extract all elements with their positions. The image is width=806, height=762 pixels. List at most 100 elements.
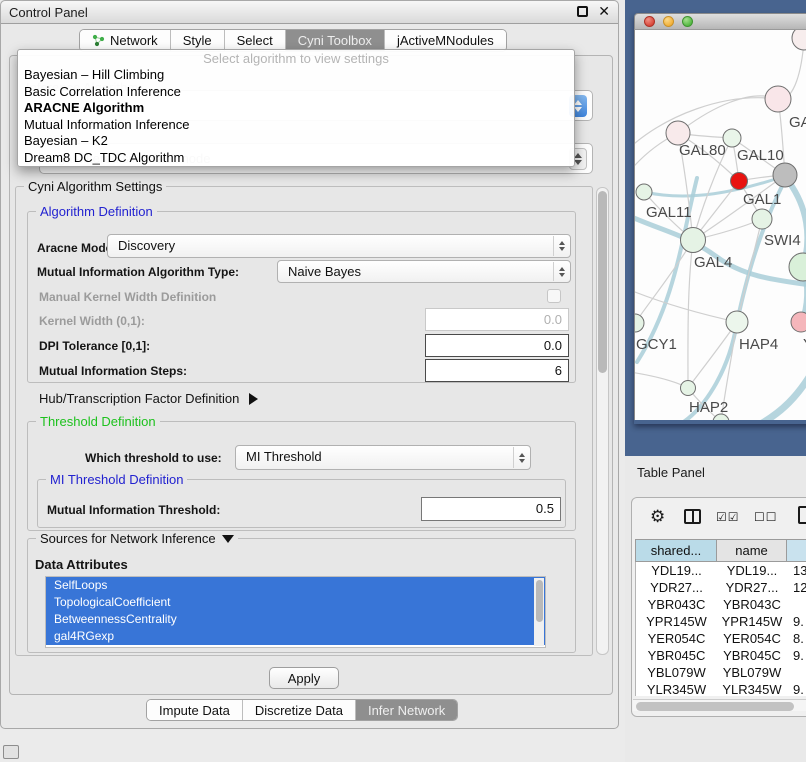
network-edge[interactable] bbox=[688, 240, 693, 388]
table-panel: Table Panel ⚙ ☑☑ ☐☐ shared...nameA YDL19… bbox=[625, 456, 806, 762]
network-node[interactable] bbox=[789, 253, 806, 281]
algorithm-option-basic-correlation-inference[interactable]: Basic Correlation Inference bbox=[18, 84, 574, 101]
table-row[interactable]: YBR043CYBR043C bbox=[636, 596, 806, 613]
column-header-shared[interactable]: shared... bbox=[636, 540, 717, 561]
kernel-width-field[interactable]: 0.0 bbox=[425, 308, 569, 331]
network-node[interactable] bbox=[791, 312, 806, 332]
attribute-item-gal4rgexp[interactable]: gal4RGexp bbox=[46, 628, 545, 645]
hub-definition-toggle[interactable]: Hub/Transcription Factor Definition bbox=[39, 391, 258, 406]
network-node[interactable] bbox=[636, 184, 652, 200]
mi-algorithm-type-combo[interactable]: Naive Bayes bbox=[277, 260, 571, 283]
tab-cyni-toolbox[interactable]: Cyni Toolbox bbox=[286, 30, 385, 51]
tab-network[interactable]: Network bbox=[80, 30, 171, 51]
network-edge-weighted[interactable] bbox=[753, 364, 806, 420]
columns-icon[interactable] bbox=[684, 509, 701, 524]
select-all-columns-icon[interactable]: ☑☑ bbox=[716, 510, 740, 524]
tab-style[interactable]: Style bbox=[171, 30, 225, 51]
attribute-item-selfloops[interactable]: SelfLoops bbox=[46, 577, 545, 594]
table-row[interactable]: YER054CYER054C8. bbox=[636, 630, 806, 647]
tab-jactivemnodules[interactable]: jActiveMNodules bbox=[385, 30, 506, 51]
aracne-mode-combo[interactable]: Discovery bbox=[107, 234, 571, 258]
apply-button[interactable]: Apply bbox=[269, 667, 339, 689]
network-view-window: GALGAL80GAL10GAL1GAL11GAL4SWI4GCY1HAP4YH… bbox=[634, 13, 806, 424]
algorithm-option-mutual-information-inference[interactable]: Mutual Information Inference bbox=[18, 117, 574, 134]
table-cell: YER054C bbox=[717, 630, 787, 647]
table-cell: YBL079W bbox=[717, 664, 787, 681]
export-table-icon[interactable] bbox=[798, 506, 806, 524]
network-node[interactable] bbox=[765, 86, 791, 112]
table-row[interactable]: YBR045CYBR045C9. bbox=[636, 647, 806, 664]
table-row[interactable]: YDR27...YDR27...12 bbox=[636, 579, 806, 596]
dpi-tolerance-field[interactable]: 0.0 bbox=[425, 334, 569, 357]
collapsed-panel-icon[interactable] bbox=[3, 745, 19, 759]
network-node[interactable] bbox=[681, 381, 696, 396]
network-edge[interactable] bbox=[635, 372, 688, 388]
network-node[interactable] bbox=[726, 311, 748, 333]
attribute-item-topologicalcoefficient[interactable]: TopologicalCoefficient bbox=[46, 594, 545, 611]
tab-select[interactable]: Select bbox=[225, 30, 286, 51]
table-cell: 8. bbox=[787, 630, 806, 647]
scrollbar-thumb[interactable] bbox=[636, 702, 794, 711]
table-cell: YPR145W bbox=[717, 613, 787, 630]
which-threshold-label: Which threshold to use: bbox=[85, 451, 222, 465]
network-window-titlebar[interactable] bbox=[634, 13, 806, 30]
network-node[interactable] bbox=[752, 209, 772, 229]
expand-right-icon bbox=[249, 393, 258, 405]
network-node[interactable] bbox=[731, 173, 748, 190]
table-row[interactable]: YDL19...YDL19...13 bbox=[636, 562, 806, 579]
settings-vertical-scrollbar[interactable] bbox=[596, 187, 609, 655]
table-cell: 12 bbox=[787, 579, 806, 596]
collapse-down-icon bbox=[222, 535, 234, 543]
threshold-definition-title: Threshold Definition bbox=[36, 414, 160, 429]
column-header-name[interactable]: name bbox=[717, 540, 787, 561]
attributes-scrollbar[interactable] bbox=[534, 578, 544, 646]
mi-steps-label: Mutual Information Steps: bbox=[39, 364, 187, 378]
tab-infer-network[interactable]: Infer Network bbox=[356, 700, 457, 720]
network-node[interactable] bbox=[681, 228, 706, 253]
mi-threshold-definition-title: MI Threshold Definition bbox=[46, 472, 187, 487]
algorithm-option-bayesian-hill-climbing[interactable]: Bayesian – Hill Climbing bbox=[18, 67, 574, 84]
tab-discretize-data[interactable]: Discretize Data bbox=[243, 700, 356, 720]
minimize-traffic-light-icon[interactable] bbox=[663, 16, 674, 27]
tab-label: Infer Network bbox=[368, 703, 445, 718]
table-cell: YPR145W bbox=[636, 613, 717, 630]
network-edge-weighted[interactable] bbox=[635, 215, 806, 286]
network-edge[interactable] bbox=[678, 96, 778, 133]
node-label-gal80: GAL80 bbox=[679, 142, 726, 159]
manual-kernel-width-checkbox[interactable] bbox=[547, 289, 561, 303]
table-horizontal-scrollbar[interactable] bbox=[633, 699, 806, 711]
network-node[interactable] bbox=[773, 163, 797, 187]
combo-spinner-icon bbox=[513, 447, 529, 468]
table-row[interactable]: YPR145WYPR145W9. bbox=[636, 613, 806, 630]
control-panel-titlebar[interactable]: Control Panel ✕ bbox=[1, 1, 618, 24]
node-label-swi4: SWI4 bbox=[764, 232, 801, 249]
attribute-item-betweennesscentrality[interactable]: BetweennessCentrality bbox=[46, 611, 545, 628]
table-cell: YER054C bbox=[636, 630, 717, 647]
network-canvas[interactable]: GALGAL80GAL10GAL1GAL11GAL4SWI4GCY1HAP4YH… bbox=[634, 30, 806, 420]
sources-group-title[interactable]: Sources for Network Inference bbox=[36, 531, 238, 546]
algorithm-popup-list: Select algorithm to view settings Bayesi… bbox=[17, 49, 575, 167]
table-row[interactable]: YLR345WYLR345W9. bbox=[636, 681, 806, 696]
gear-icon[interactable]: ⚙ bbox=[650, 507, 665, 527]
tab-impute-data[interactable]: Impute Data bbox=[147, 700, 243, 720]
data-attributes-list[interactable]: SelfLoopsTopologicalCoefficientBetweenne… bbox=[45, 576, 546, 648]
scrollbar-thumb[interactable] bbox=[598, 191, 607, 373]
zoom-traffic-light-icon[interactable] bbox=[682, 16, 693, 27]
algorithm-option-dream8-dc-tdc-algorithm[interactable]: Dream8 DC_TDC Algorithm bbox=[18, 150, 574, 167]
deselect-all-columns-icon[interactable]: ☐☐ bbox=[754, 510, 778, 524]
table-cell: YDR27... bbox=[636, 579, 717, 596]
column-header-a[interactable]: A bbox=[787, 540, 806, 561]
close-traffic-light-icon[interactable] bbox=[644, 16, 655, 27]
table-cell bbox=[787, 664, 806, 681]
mi-threshold-field[interactable]: 0.5 bbox=[421, 497, 561, 521]
close-icon[interactable]: ✕ bbox=[598, 3, 610, 20]
which-threshold-combo[interactable]: MI Threshold bbox=[235, 445, 531, 470]
network-node[interactable] bbox=[792, 30, 806, 50]
algorithm-option-bayesian-k2[interactable]: Bayesian – K2 bbox=[18, 133, 574, 150]
float-window-icon[interactable] bbox=[577, 6, 588, 17]
mi-steps-field[interactable]: 6 bbox=[425, 359, 569, 382]
network-edge[interactable] bbox=[635, 292, 737, 322]
algorithm-option-aracne-algorithm[interactable]: ARACNE Algorithm bbox=[18, 100, 574, 117]
table-row[interactable]: YBL079WYBL079W bbox=[636, 664, 806, 681]
network-node[interactable] bbox=[635, 314, 644, 332]
